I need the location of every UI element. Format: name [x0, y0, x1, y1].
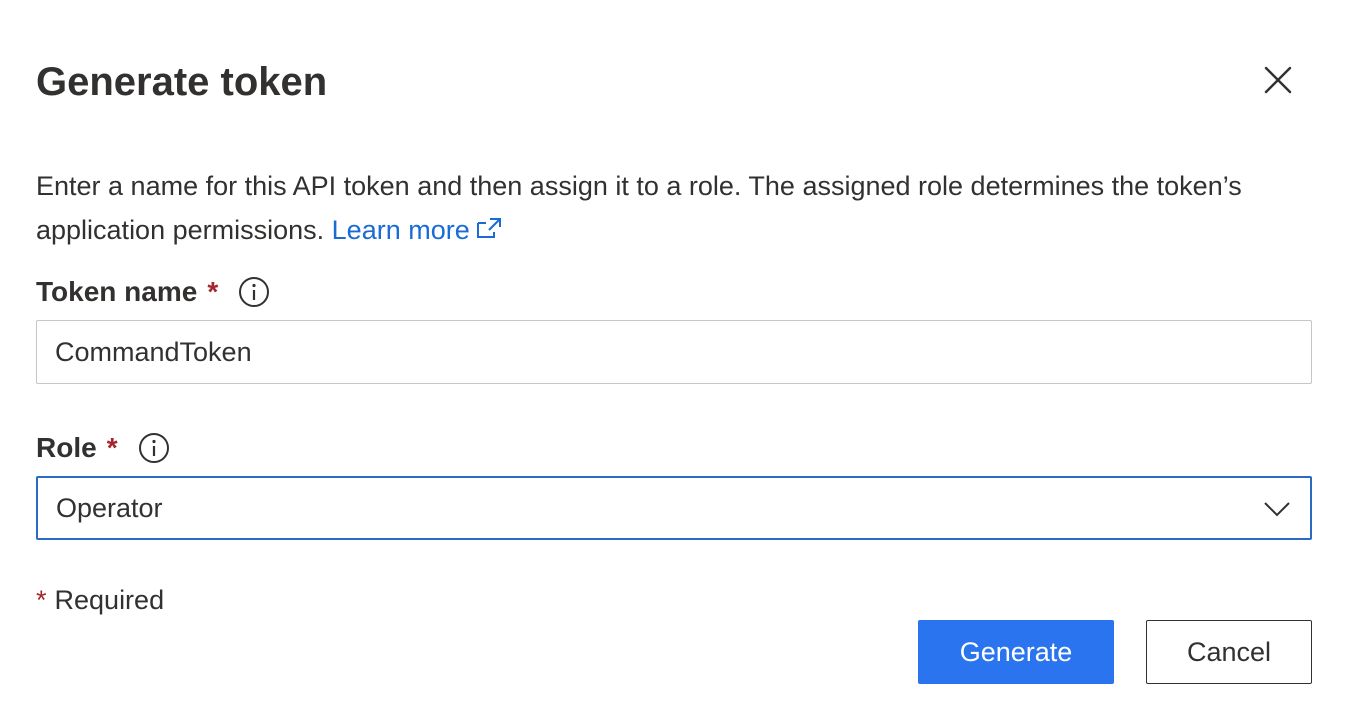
cancel-button[interactable]: Cancel	[1146, 620, 1312, 684]
info-icon[interactable]	[138, 432, 170, 464]
dialog-title: Generate token	[36, 60, 328, 104]
required-note-text: Required	[54, 585, 165, 615]
generate-button[interactable]: Generate	[918, 620, 1114, 684]
token-name-label: Token name *	[36, 274, 270, 310]
role-label-text: Role	[36, 432, 97, 463]
learn-more-label: Learn more	[331, 215, 470, 245]
token-name-label-text: Token name	[36, 276, 198, 307]
generate-token-dialog: Generate token Enter a name for this API…	[0, 0, 1346, 722]
info-icon[interactable]	[238, 276, 270, 308]
required-asterisk: *	[106, 432, 118, 463]
token-name-input[interactable]	[36, 320, 1312, 384]
required-note: * Required	[36, 582, 164, 618]
description-text: Enter a name for this API token and then…	[36, 171, 1242, 245]
close-button[interactable]	[1256, 58, 1300, 102]
close-icon	[1264, 66, 1292, 94]
role-dropdown[interactable]: Operator	[36, 476, 1312, 540]
role-label: Role *	[36, 430, 170, 466]
required-asterisk: *	[207, 276, 219, 307]
dialog-description: Enter a name for this API token and then…	[36, 164, 1312, 252]
external-link-icon	[476, 218, 501, 238]
required-asterisk: *	[36, 585, 47, 615]
chevron-down-icon	[1264, 502, 1290, 517]
role-selected-value: Operator	[56, 492, 163, 523]
learn-more-link[interactable]: Learn more	[332, 215, 502, 245]
